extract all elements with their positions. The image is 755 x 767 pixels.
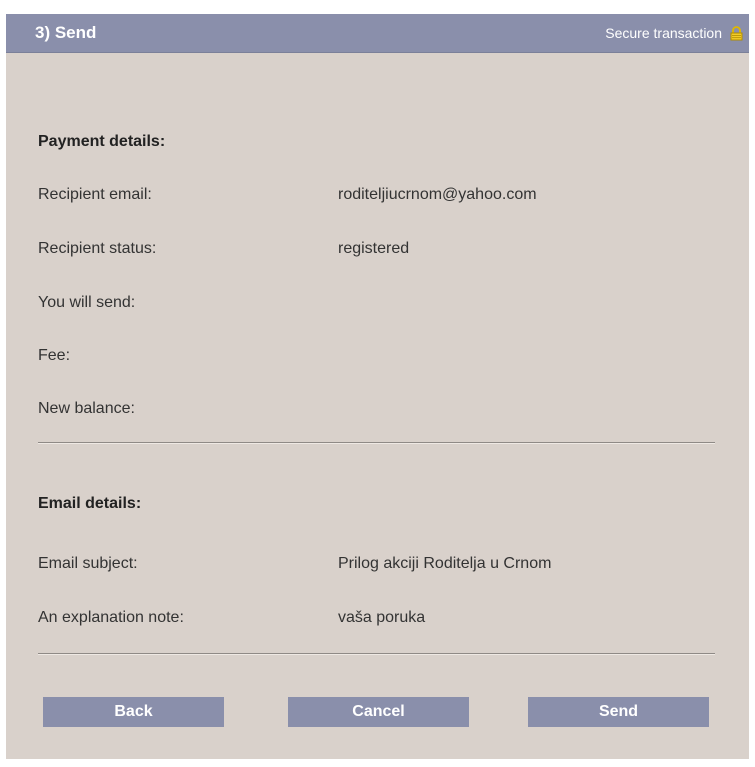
email-subject-value: Prilog akciji Roditelja u Crnom xyxy=(338,555,552,572)
email-details-heading: Email details: xyxy=(38,495,142,512)
lock-icon xyxy=(729,25,744,41)
explanation-note-label: An explanation note: xyxy=(38,609,184,626)
you-will-send-label: You will send: xyxy=(38,294,136,311)
panel-header: 3) Send Secure transaction xyxy=(6,14,749,53)
recipient-status-value: registered xyxy=(338,240,410,257)
recipient-email-label: Recipient email: xyxy=(38,186,152,203)
page-title: 3) Send xyxy=(35,23,97,42)
divider xyxy=(38,442,715,444)
secure-transaction: Secure transaction xyxy=(605,25,744,41)
back-button[interactable]: Back xyxy=(43,697,224,727)
send-panel: 3) Send Secure transaction Payment detai… xyxy=(6,14,749,759)
cancel-button[interactable]: Cancel xyxy=(288,697,469,727)
email-subject-label: Email subject: xyxy=(38,555,138,572)
recipient-status-label: Recipient status: xyxy=(38,240,157,257)
divider xyxy=(38,653,715,655)
explanation-note-value: vaša poruka xyxy=(338,609,426,626)
new-balance-label: New balance: xyxy=(38,400,135,417)
send-button[interactable]: Send xyxy=(528,697,709,727)
payment-details-heading: Payment details: xyxy=(38,133,166,150)
recipient-email-value: roditeljiucrnom@yahoo.com xyxy=(338,186,537,203)
secure-transaction-label: Secure transaction xyxy=(605,25,722,41)
fee-label: Fee: xyxy=(38,347,71,364)
